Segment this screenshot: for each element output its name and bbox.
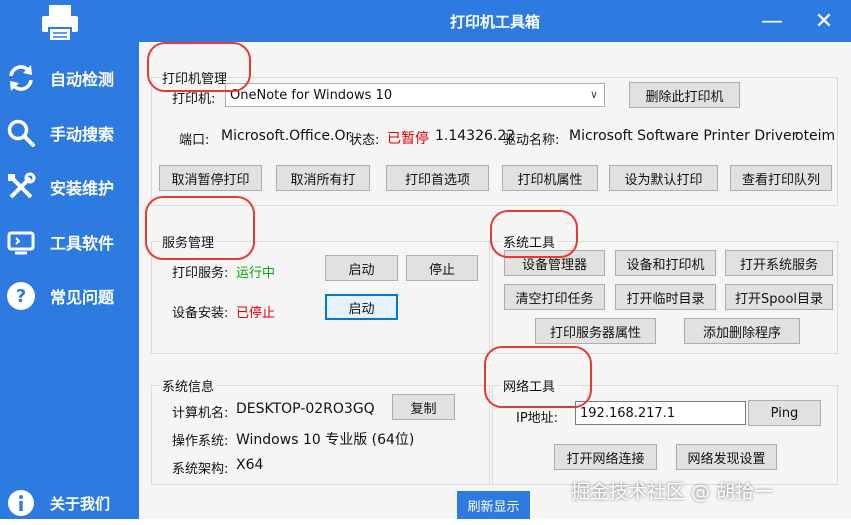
sidebar-item-install-maintain[interactable]: 安装维护 bbox=[0, 165, 139, 209]
add-remove-programs-button[interactable]: 添加删除程序 bbox=[684, 318, 800, 344]
print-service-label: 打印服务: bbox=[172, 266, 229, 281]
group-title: 服务管理 bbox=[162, 236, 215, 251]
svg-text:?: ? bbox=[16, 286, 26, 307]
open-system-services-button[interactable]: 打开系统服务 bbox=[725, 250, 833, 276]
printer-select[interactable]: OneNote for Windows 10 ∨ bbox=[225, 83, 605, 107]
minimize-button[interactable]: — bbox=[759, 8, 785, 34]
status-value: 已暂停 bbox=[387, 131, 429, 147]
printer-select-value: OneNote for Windows 10 bbox=[230, 87, 393, 103]
device-install-label: 设备安装: bbox=[172, 306, 229, 321]
print-server-properties-button[interactable]: 打印服务器属性 bbox=[535, 318, 656, 344]
main-panel: 打印机管理 打印机: OneNote for Windows 10 ∨ 删除此打… bbox=[139, 42, 851, 519]
ip-label: IP地址: bbox=[516, 411, 559, 426]
print-service-status: 运行中 bbox=[236, 266, 276, 281]
search-icon bbox=[6, 118, 36, 148]
group-title: 网络工具 bbox=[503, 380, 556, 395]
copy-button[interactable]: 复制 bbox=[392, 394, 455, 420]
driver-extra: oteim bbox=[795, 128, 836, 144]
print-service-stop-button[interactable]: 停止 bbox=[406, 255, 478, 281]
view-print-queue-button[interactable]: 查看打印队列 bbox=[730, 165, 832, 191]
question-icon: ? bbox=[6, 281, 36, 311]
port-label: 端口: bbox=[179, 133, 210, 148]
print-service-start-button[interactable]: 启动 bbox=[325, 255, 398, 281]
sidebar-item-about[interactable]: 关于我们 bbox=[0, 481, 139, 525]
service-management-group: 服务管理 bbox=[151, 232, 490, 354]
window-title: 打印机工具箱 bbox=[449, 13, 540, 31]
device-manager-button[interactable]: 设备管理器 bbox=[504, 250, 605, 276]
group-title: 系统工具 bbox=[503, 236, 556, 251]
set-default-printer-button[interactable]: 设为默认打印 bbox=[609, 165, 718, 191]
sidebar-item-faq[interactable]: ? 常见问题 bbox=[0, 274, 139, 318]
sidebar-item-label: 关于我们 bbox=[50, 494, 111, 513]
sidebar-item-tool-software[interactable]: 工具软件 bbox=[0, 220, 139, 264]
group-title: 系统信息 bbox=[162, 380, 215, 395]
info-icon bbox=[6, 488, 36, 518]
clear-print-jobs-button[interactable]: 清空打印任务 bbox=[504, 284, 605, 310]
chevron-down-icon: ∨ bbox=[589, 88, 598, 101]
refresh-button[interactable]: 刷新显示 bbox=[457, 491, 530, 519]
printer-properties-button[interactable]: 打印机属性 bbox=[502, 165, 598, 191]
title-bar: 打印机工具箱 — ✕ bbox=[139, 0, 851, 42]
arch-label: 系统架构: bbox=[172, 462, 229, 477]
open-temp-dir-button[interactable]: 打开临时目录 bbox=[615, 284, 716, 310]
devices-and-printers-button[interactable]: 设备和打印机 bbox=[615, 250, 716, 276]
sidebar: 自动检测 手动搜索 安装维护 工具软件 ? 常见问题 关于我们 bbox=[0, 0, 139, 519]
open-network-connections-button[interactable]: 打开网络连接 bbox=[554, 444, 657, 470]
delete-printer-button[interactable]: 删除此打印机 bbox=[629, 82, 740, 108]
sidebar-item-label: 工具软件 bbox=[50, 234, 115, 253]
monitor-icon bbox=[6, 227, 36, 257]
driver-label: 驱动名称: bbox=[503, 133, 560, 148]
os-label: 操作系统: bbox=[172, 434, 229, 449]
device-install-start-button[interactable]: 启动 bbox=[325, 294, 398, 320]
ip-address-field[interactable]: 192.168.217.1 bbox=[575, 401, 746, 425]
network-tools-group: 网络工具 bbox=[492, 376, 838, 485]
device-install-status: 已停止 bbox=[236, 306, 276, 321]
group-title: 打印机管理 bbox=[162, 72, 228, 87]
driver-value: Microsoft Software Printer Driver bbox=[569, 128, 798, 144]
port-value: Microsoft.Office.Or bbox=[221, 128, 352, 144]
print-preferences-button[interactable]: 打印首选项 bbox=[386, 165, 489, 191]
watermark: 掘金技术社区 @ 胡拾一 bbox=[571, 481, 774, 503]
refresh-icon bbox=[6, 63, 36, 93]
sidebar-item-auto-detect[interactable]: 自动检测 bbox=[0, 56, 139, 100]
cancel-all-button[interactable]: 取消所有打 bbox=[276, 165, 370, 191]
status-label: 状态: bbox=[349, 133, 380, 148]
open-spool-dir-button[interactable]: 打开Spool目录 bbox=[725, 284, 833, 310]
computer-name-value: DESKTOP-02RO3GQ bbox=[236, 401, 375, 417]
sidebar-item-label: 常见问题 bbox=[50, 288, 115, 307]
network-discovery-settings-button[interactable]: 网络发现设置 bbox=[676, 444, 777, 470]
printer-label: 打印机: bbox=[172, 92, 216, 107]
resume-printing-button[interactable]: 取消暂停打印 bbox=[159, 165, 262, 191]
sidebar-item-label: 安装维护 bbox=[50, 179, 115, 198]
ping-button[interactable]: Ping bbox=[748, 400, 821, 426]
sidebar-item-label: 自动检测 bbox=[50, 70, 115, 89]
close-button[interactable]: ✕ bbox=[811, 8, 837, 34]
sidebar-item-label: 手动搜索 bbox=[50, 125, 115, 144]
os-value: Windows 10 专业版 (64位) bbox=[236, 432, 415, 448]
arch-value: X64 bbox=[236, 457, 264, 473]
tools-icon bbox=[6, 172, 36, 202]
sidebar-item-manual-search[interactable]: 手动搜索 bbox=[0, 111, 139, 155]
computer-name-label: 计算机名: bbox=[172, 406, 229, 421]
printer-logo-icon bbox=[42, 5, 78, 42]
